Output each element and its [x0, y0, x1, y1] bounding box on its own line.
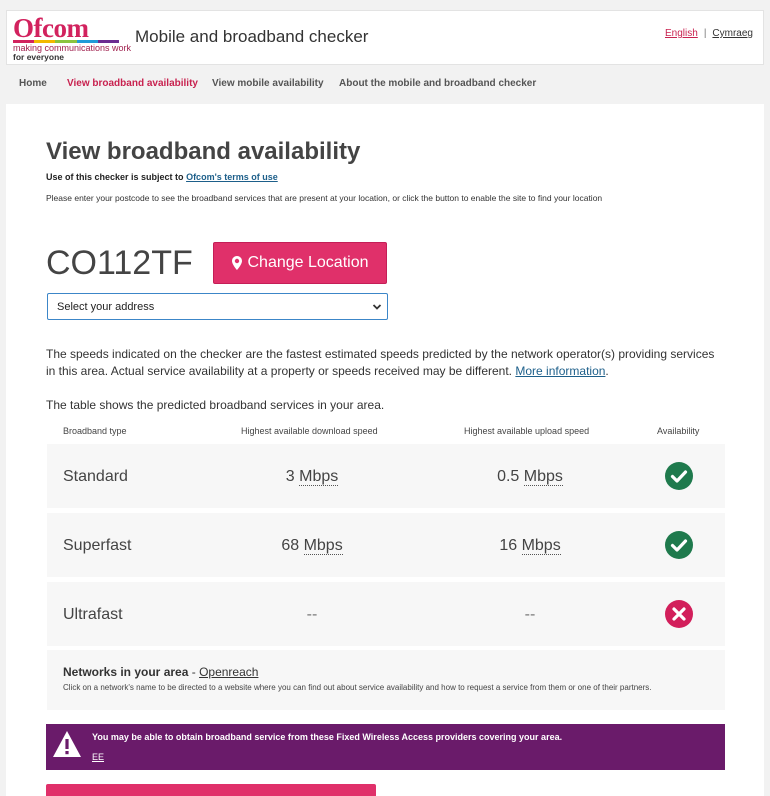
nav-view-broadband[interactable]: View broadband availability — [67, 78, 198, 89]
warning-triangle-icon — [53, 731, 81, 757]
terms-prefix: Use of this checker is subject to — [46, 172, 184, 182]
upload-speed: 0.5 Mbps — [465, 468, 595, 486]
change-location-button[interactable]: Change Location — [213, 242, 387, 284]
site-header: Ofcom making communications work for eve… — [6, 10, 764, 65]
networks-label: Networks in your area - Openreach — [63, 665, 258, 679]
language-separator: | — [703, 28, 707, 39]
col-header-upload: Highest available upload speed — [464, 426, 590, 436]
map-pin-icon — [231, 256, 242, 270]
download-speed: 3 Mbps — [247, 468, 377, 486]
upload-speed: -- — [465, 606, 595, 624]
terms-link[interactable]: Ofcom's terms of use — [186, 172, 278, 182]
upload-value: 0.5 — [497, 468, 520, 485]
networks-label-text: Networks in your area — [63, 665, 189, 679]
upload-speed: 16 Mbps — [465, 537, 595, 555]
col-header-type: Broadband type — [63, 426, 127, 436]
terms-notice: Use of this checker is subject to Ofcom'… — [46, 172, 278, 182]
table-row: Ultrafast -- -- — [47, 582, 725, 646]
main-content: View broadband availability Use of this … — [6, 104, 764, 796]
main-nav: Home View broadband availability View mo… — [6, 66, 764, 102]
language-welsh-link[interactable]: Cymraeg — [712, 28, 753, 39]
upload-unit[interactable]: Mbps — [523, 468, 563, 486]
download-speed: -- — [247, 606, 377, 624]
fwa-message: You may be able to obtain broadband serv… — [92, 732, 563, 742]
download-value: 68 — [281, 537, 300, 554]
change-location-label: Change Location — [247, 254, 369, 271]
download-unit[interactable]: Mbps — [303, 537, 343, 555]
more-information-link[interactable]: More information — [515, 364, 605, 378]
fwa-provider-link-ee[interactable]: EE — [92, 752, 104, 762]
postcode-display: CO112TF — [46, 244, 193, 282]
nav-view-mobile[interactable]: View mobile availability — [212, 78, 324, 89]
download-value: -- — [306, 606, 318, 623]
address-select[interactable]: Select your address — [47, 293, 388, 320]
bottom-action-button[interactable] — [46, 784, 376, 796]
page-title: View broadband availability — [46, 138, 361, 165]
upload-unit[interactable]: Mbps — [521, 537, 561, 555]
nav-home[interactable]: Home — [19, 78, 47, 89]
networks-panel: Networks in your area - Openreach Click … — [47, 650, 725, 710]
operator-link-openreach[interactable]: Openreach — [199, 665, 258, 679]
col-header-download: Highest available download speed — [241, 426, 378, 436]
upload-value: -- — [524, 606, 536, 623]
table-row: Standard 3 Mbps 0.5 Mbps — [47, 444, 725, 508]
address-select-value: Select your address — [57, 300, 155, 313]
instructions-text: Please enter your postcode to see the br… — [46, 193, 603, 203]
check-circle-icon — [665, 531, 693, 559]
nav-about[interactable]: About the mobile and broadband checker — [339, 78, 536, 89]
fwa-banner: You may be able to obtain broadband serv… — [46, 724, 725, 770]
language-switcher: English | Cymraeg — [665, 28, 753, 39]
logo-tagline-2: for everyone — [13, 52, 65, 62]
chevron-down-icon — [372, 304, 382, 310]
download-value: 3 — [285, 468, 295, 485]
check-circle-icon — [665, 462, 693, 490]
broadband-type: Standard — [63, 468, 128, 485]
broadband-type: Ultrafast — [63, 606, 123, 623]
app-title: Mobile and broadband checker — [135, 27, 369, 46]
table-row: Superfast 68 Mbps 16 Mbps — [47, 513, 725, 577]
networks-separator: - — [188, 665, 200, 679]
table-intro: The table shows the predicted broadband … — [46, 398, 385, 412]
language-english-link[interactable]: English — [665, 28, 698, 39]
broadband-type: Superfast — [63, 537, 132, 554]
download-speed: 68 Mbps — [247, 537, 377, 555]
speeds-note-text: The speeds indicated on the checker are … — [46, 347, 715, 378]
speeds-disclaimer: The speeds indicated on the checker are … — [46, 347, 715, 378]
col-header-availability: Availability — [657, 426, 700, 436]
ofcom-logo[interactable]: Ofcom making communications work for eve… — [13, 13, 131, 63]
download-unit[interactable]: Mbps — [299, 468, 339, 486]
upload-value: 16 — [499, 537, 518, 554]
cross-circle-icon — [665, 600, 693, 628]
networks-help: Click on a network's name to be directed… — [63, 683, 652, 692]
